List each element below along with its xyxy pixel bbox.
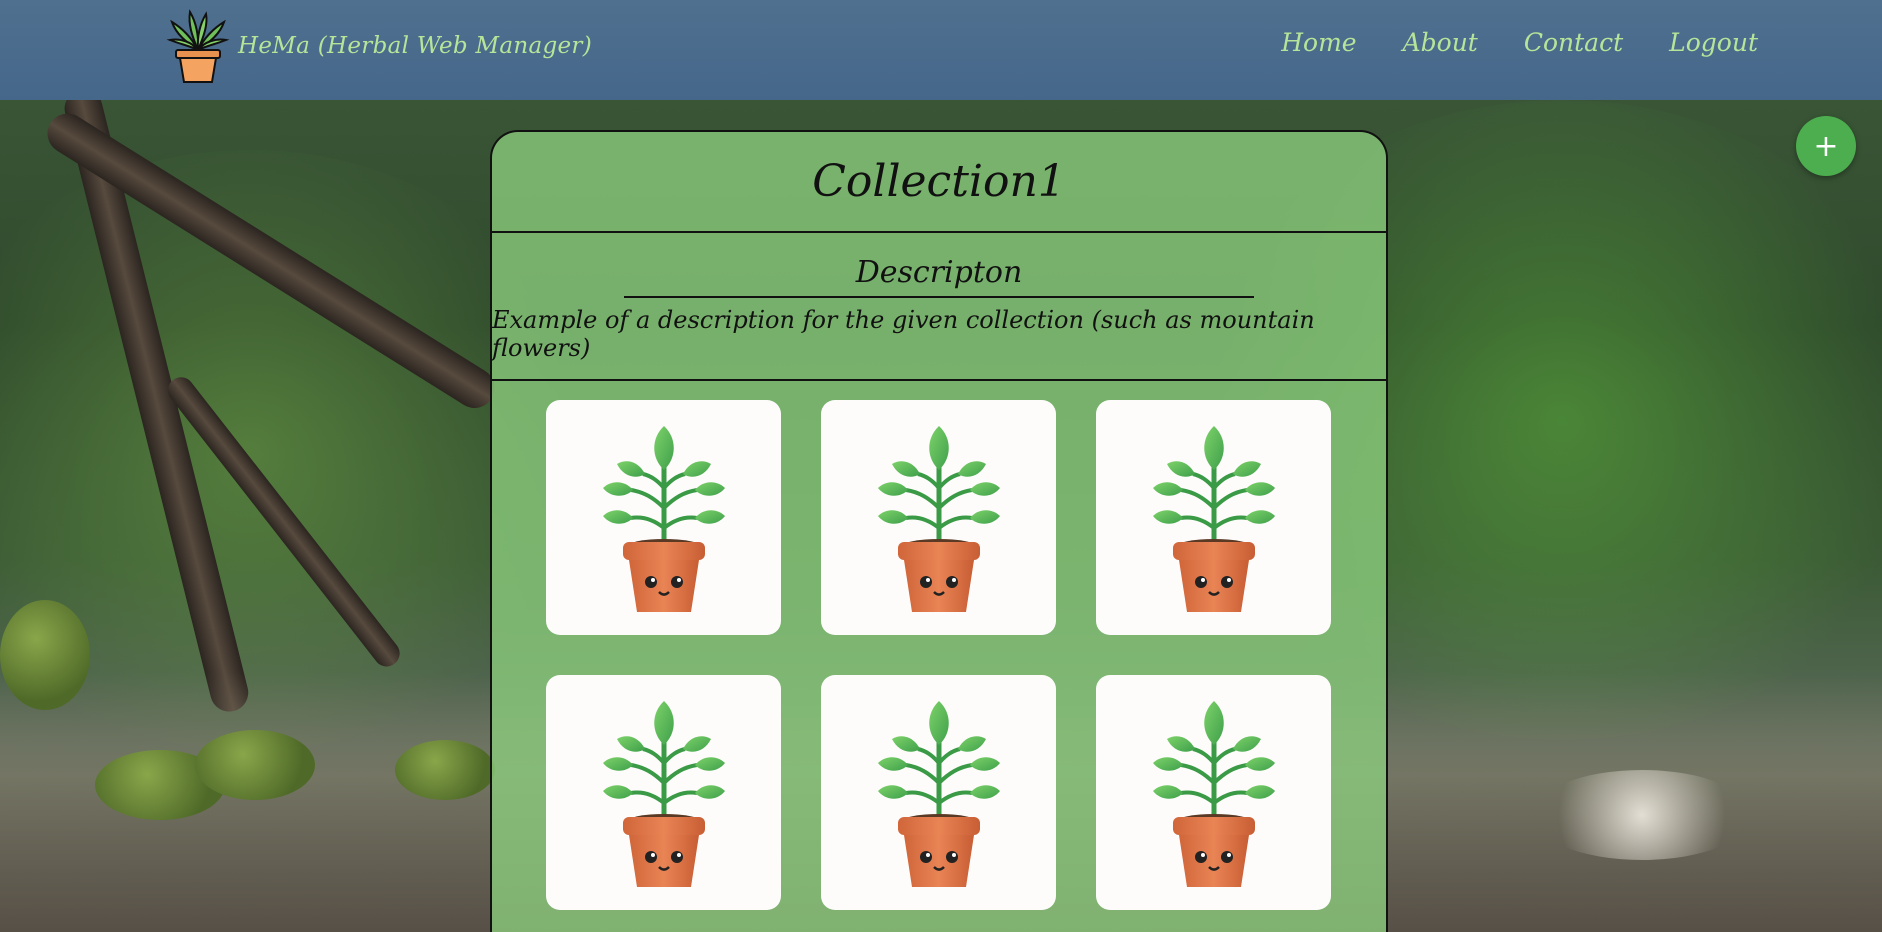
potted-plant-icon <box>1149 693 1279 893</box>
brand[interactable]: HeMa (Herbal Web Manager) <box>166 6 592 86</box>
collection-title: Collection1 <box>492 132 1386 233</box>
main-nav: Home About Contact Logout <box>1281 28 1758 57</box>
plant-card[interactable] <box>1096 400 1331 635</box>
potted-plant-icon <box>874 693 1004 893</box>
plant-card[interactable] <box>546 675 781 910</box>
potted-plant-logo-icon <box>166 9 230 83</box>
potted-plant-icon <box>1149 418 1279 618</box>
potted-plant-icon <box>599 418 729 618</box>
plant-grid <box>546 400 1331 910</box>
brand-name: HeMa (Herbal Web Manager) <box>238 33 592 59</box>
add-plant-button[interactable]: + <box>1796 116 1856 176</box>
collection-panel: Collection1 Descripton Example of a desc… <box>490 130 1388 932</box>
plus-icon: + <box>1813 128 1839 164</box>
plant-card[interactable] <box>1096 675 1331 910</box>
plant-card[interactable] <box>821 400 1056 635</box>
description-section: Descripton Example of a description for … <box>492 233 1386 381</box>
nav-logout-link[interactable]: Logout <box>1669 28 1758 57</box>
nav-home-link[interactable]: Home <box>1281 28 1356 57</box>
description-heading: Descripton <box>855 255 1023 290</box>
potted-plant-icon <box>874 418 1004 618</box>
plant-card[interactable] <box>546 400 781 635</box>
potted-plant-icon <box>599 693 729 893</box>
plant-card[interactable] <box>821 675 1056 910</box>
top-navbar: HeMa (Herbal Web Manager) Home About Con… <box>0 0 1882 100</box>
nav-about-link[interactable]: About <box>1403 28 1478 57</box>
nav-contact-link[interactable]: Contact <box>1524 28 1623 57</box>
description-text: Example of a description for the given c… <box>492 306 1315 362</box>
description-divider <box>624 296 1254 298</box>
